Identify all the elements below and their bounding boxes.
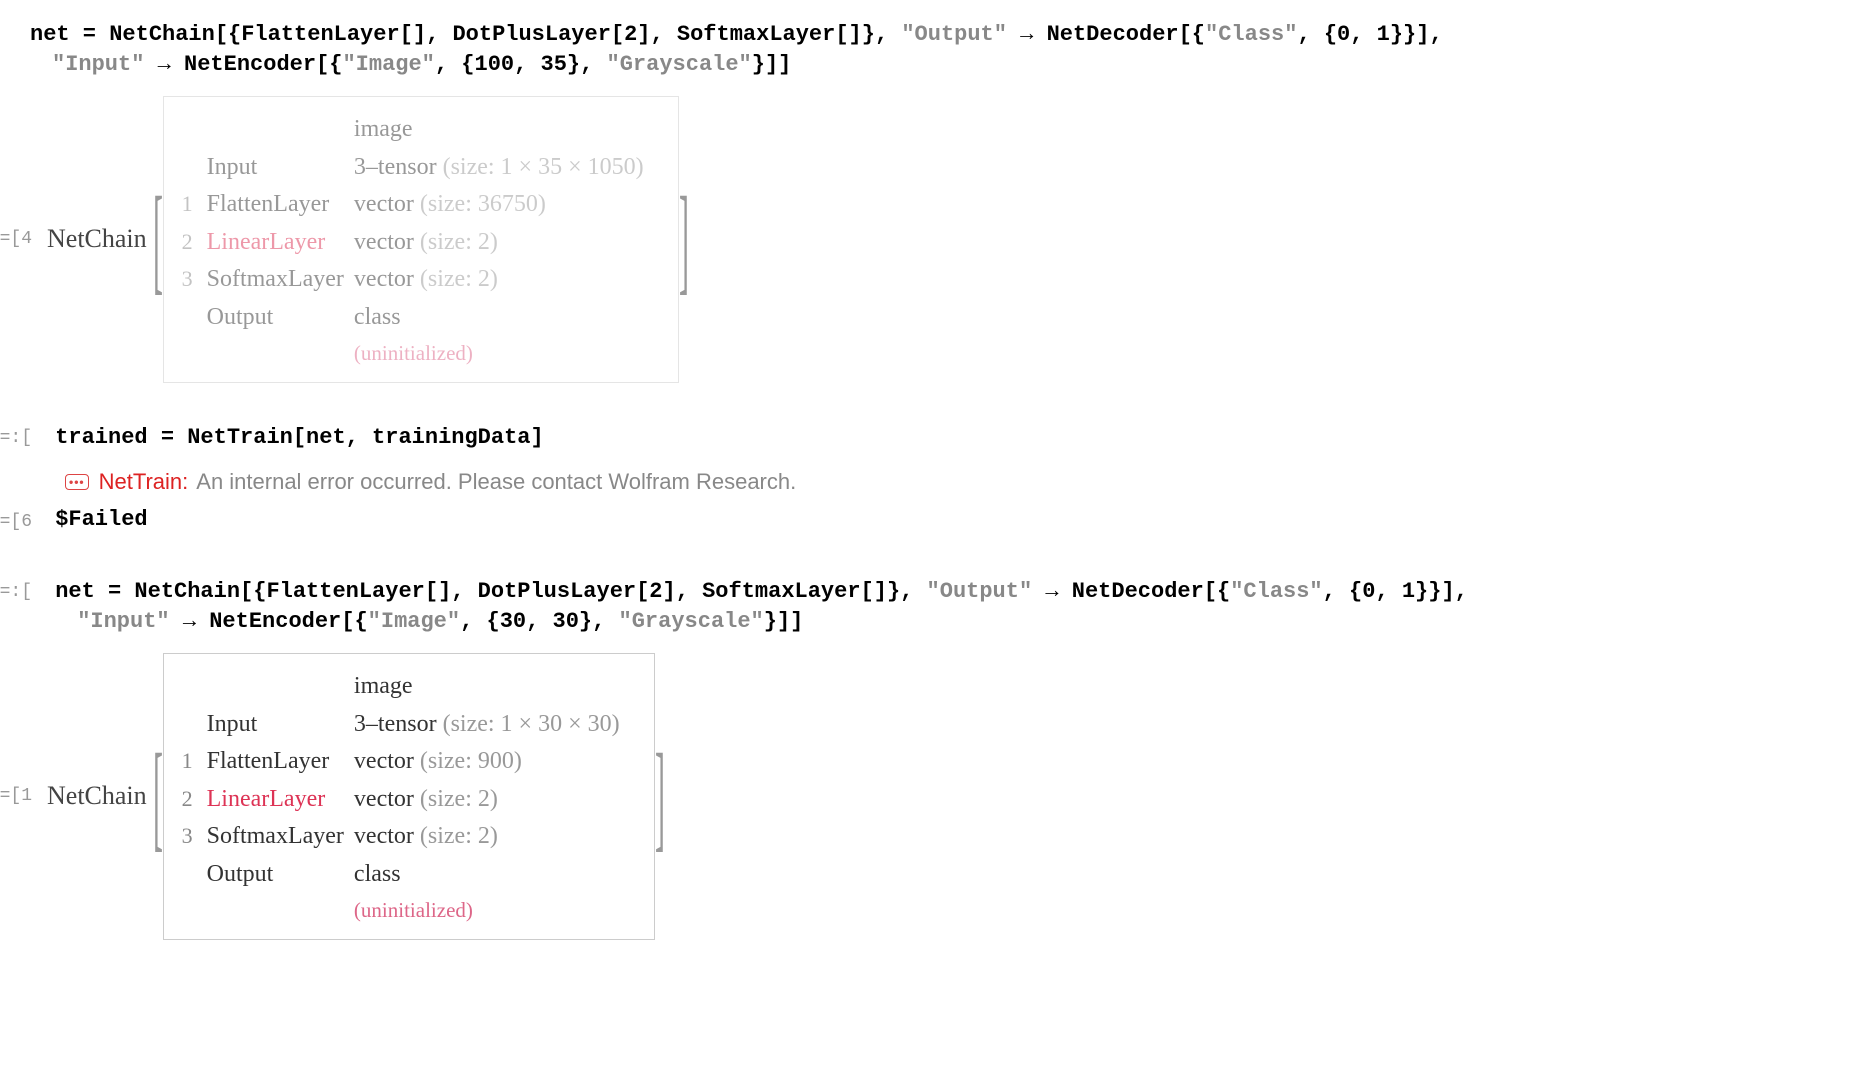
error-head: NetTrain: — [99, 469, 189, 495]
layer-row: 3 SoftmaxLayer vector (size: 2) — [182, 818, 630, 856]
layer-row: 1 FlattenLayer vector (size: 900) — [182, 743, 630, 781]
error-icon[interactable]: ••• — [65, 474, 89, 490]
layer-row: Output class — [182, 856, 630, 894]
out-label-1: 4]= — [30, 229, 32, 249]
out-label-2: 6]= — [30, 507, 32, 537]
netchain-head-3: NetChain — [47, 781, 147, 811]
error-message-row: ••• NetTrain: An internal error occurred… — [65, 469, 1831, 495]
output-cell-3: 1]= NetChain [ image Input 3–tensor (siz… — [30, 653, 1831, 940]
failed-output: $Failed — [55, 507, 147, 532]
error-text: An internal error occurred. Please conta… — [196, 469, 796, 495]
input-cell-1[interactable]: net = NetChain[{FlattenLayer[], DotPlusL… — [30, 20, 1831, 80]
layer-row: 3 SoftmaxLayer vector (size: 2) — [182, 261, 654, 299]
layer-row: 1 FlattenLayer vector (size: 36750) — [182, 186, 654, 224]
code-input-2[interactable]: trained = NetTrain[net, trainingData] — [55, 423, 543, 453]
output-cell-2: 6]= $Failed — [30, 507, 1831, 537]
input-cell-2[interactable]: ]:= trained = NetTrain[net, trainingData… — [30, 423, 1831, 453]
layer-row: Output class — [182, 299, 654, 337]
netchain-head-1: NetChain — [47, 224, 147, 254]
layer-row: 2 LinearLayer vector (size: 2) — [182, 781, 630, 819]
layer-row: 2 LinearLayer vector (size: 2) — [182, 224, 654, 262]
output-cell-1: 4]= NetChain [ image Input 3–tensor (siz… — [30, 96, 1831, 383]
out-label-3: 1]= — [30, 786, 32, 806]
layer-row: Input 3–tensor (size: 1 × 30 × 30) — [182, 706, 630, 744]
netchain-box-3[interactable]: image Input 3–tensor (size: 1 × 30 × 30)… — [163, 653, 655, 940]
input-cell-3[interactable]: ]:= net = NetChain[{FlattenLayer[], DotP… — [30, 577, 1831, 637]
code-input-1[interactable]: net = NetChain[{FlattenLayer[], DotPlusL… — [30, 20, 1443, 80]
code-input-3[interactable]: net = NetChain[{FlattenLayer[], DotPlusL… — [55, 577, 1468, 637]
uninitialized-label: (uninitialized) — [354, 894, 630, 927]
uninitialized-label: (uninitialized) — [354, 337, 654, 370]
netchain-box-1[interactable]: image Input 3–tensor (size: 1 × 35 × 105… — [163, 96, 679, 383]
layer-row: Input 3–tensor (size: 1 × 35 × 1050) — [182, 149, 654, 187]
in-label-2: ]:= — [30, 423, 32, 453]
in-label-3: ]:= — [30, 577, 32, 607]
